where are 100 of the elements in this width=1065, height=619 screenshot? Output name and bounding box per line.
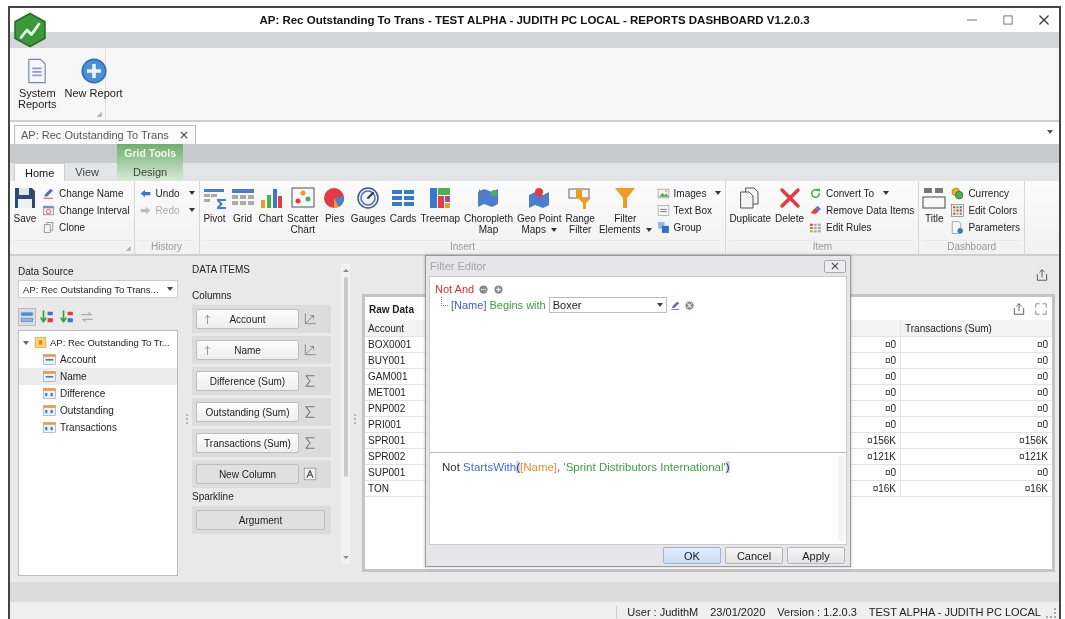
tree-item[interactable]: Outstanding [19, 402, 177, 419]
sort-ascending-icon [40, 310, 54, 324]
table-cell-text: ¤0 [1035, 354, 1049, 368]
table-cell-text: ¤0 [1035, 466, 1049, 480]
ribbon-tab[interactable]: Home [14, 163, 66, 181]
ribbon-button[interactable]: Grid [228, 183, 257, 224]
dialog-button[interactable]: Cancel [725, 547, 783, 564]
filter-expression[interactable]: Not StartsWith([Name], 'Sprint Distributors International') [442, 461, 730, 476]
collapse-icon [20, 310, 34, 324]
scrollbar[interactable] [341, 264, 350, 564]
group-operator[interactable]: Not And [435, 283, 475, 295]
ribbon-button[interactable]: Pies [320, 183, 349, 224]
calendar-icon [42, 203, 55, 217]
delete-icon [777, 186, 802, 210]
more-options-icon [478, 283, 490, 295]
data-item-button[interactable]: Argument [196, 510, 325, 530]
ribbon-button[interactable]: Range Filter [563, 183, 597, 235]
ribbon-button[interactable]: Filter Elements [596, 183, 654, 235]
data-item-button[interactable]: Transactions (Sum) [196, 433, 299, 453]
tree-item[interactable]: Difference [19, 385, 177, 402]
ribbon-button[interactable]: Chart [256, 183, 285, 224]
pencil-icon [42, 186, 55, 200]
tree-item[interactable]: AP: Rec Outstanding To Tr... [19, 334, 177, 351]
table-cell-text: PNP002 [367, 403, 407, 414]
ribbon-button[interactable]: Change Name [42, 185, 130, 201]
ribbon-button[interactable]: Parameters [951, 219, 1021, 235]
ribbon-button[interactable]: Edit Rules [809, 219, 915, 235]
ribbon-button[interactable]: Save [11, 183, 39, 224]
resize-grip-icon[interactable] [1046, 608, 1056, 618]
ribbon-button[interactable]: New Report [60, 54, 127, 99]
data-item-button[interactable]: Account [196, 309, 299, 329]
caret-icon [715, 191, 722, 195]
expand-arrows-icon [1034, 302, 1048, 316]
ribbon-button[interactable]: Pivot [200, 183, 229, 224]
ribbon-button[interactable]: Title [920, 183, 949, 224]
ribbon-tab[interactable]: Design [123, 163, 178, 181]
group-caption: History [151, 241, 183, 252]
share-icon [1035, 268, 1049, 282]
ribbon-button[interactable]: Group [656, 219, 722, 235]
pie-chart-icon [322, 186, 347, 210]
tree-item[interactable]: Transactions [19, 419, 177, 436]
sigma-icon [303, 436, 317, 450]
ribbon-button[interactable]: Clone [42, 219, 130, 235]
ribbon-button[interactable]: Duplicate [727, 183, 774, 224]
ribbon-button[interactable]: Gauges [348, 183, 388, 224]
ribbon-button[interactable]: Scatter Chart [284, 183, 321, 235]
data-item-button[interactable]: Outstanding (Sum) [196, 402, 299, 422]
document-tab[interactable]: AP: Rec Outstanding To Trans [14, 125, 196, 144]
group-caption: Item [812, 241, 833, 252]
ribbon-button[interactable]: Change Interval [42, 202, 130, 218]
ribbon-button[interactable]: Treemap [418, 183, 463, 224]
ribbon-button[interactable]: Cards [387, 183, 419, 224]
ribbon-button[interactable]: Delete [773, 183, 806, 224]
toolbar-button[interactable] [18, 308, 36, 326]
range-filter-icon [568, 186, 593, 210]
tree-item[interactable]: Account [19, 351, 177, 368]
ribbon-button[interactable]: Undo [138, 185, 195, 201]
dialog-button[interactable]: OK [663, 547, 721, 564]
window-title: AP: Rec Outstanding To Trans - TEST ALPHA - JUDITH PC LOCAL - REPORTS DASHBOARD V1.2.0.3 [259, 14, 810, 26]
condition-field[interactable]: [Name] [451, 299, 487, 311]
caret-icon [645, 228, 652, 233]
eraser-icon [809, 203, 822, 217]
table-cell-text: ¤16K [1023, 482, 1049, 496]
ribbon-button[interactable]: Choropleth Map [462, 183, 515, 235]
sigma-icon [303, 405, 317, 419]
ribbon-button[interactable]: Geo Point Maps [514, 183, 564, 235]
expander-icon[interactable] [23, 340, 29, 345]
toolbar-button[interactable] [58, 308, 76, 326]
up-arrow-icon [202, 313, 213, 325]
close-button[interactable] [824, 259, 846, 273]
value-dropdown[interactable]: Boxer [548, 297, 667, 313]
tree-item[interactable]: Name [19, 368, 177, 385]
table-cell-text: PRI001 [367, 419, 403, 430]
data-item-button[interactable]: Difference (Sum) [196, 371, 299, 391]
title-icon [922, 186, 947, 210]
caret-icon [550, 228, 557, 233]
column-header[interactable]: Transactions (Sum) [901, 320, 1052, 336]
table-cell-text: SPR001 [367, 435, 407, 446]
text-box-icon [656, 203, 670, 217]
dialog-title: Filter Editor [430, 260, 487, 272]
table-cell-text: ¤0 [1035, 402, 1049, 416]
dialog-button[interactable]: Apply [787, 547, 845, 564]
caret-icon[interactable] [1047, 130, 1053, 134]
data-item-button[interactable]: New Column [196, 464, 299, 484]
ribbon-button[interactable]: Currency [951, 185, 1021, 201]
ribbon-button[interactable]: Images [656, 185, 722, 201]
ribbon-tab[interactable]: View [65, 163, 109, 181]
add-circle-icon [493, 283, 505, 295]
pencil-icon [669, 299, 681, 311]
coins-icon [951, 186, 965, 200]
ribbon-button[interactable]: Remove Data Items [809, 202, 915, 218]
table-cell-text: MET001 [367, 387, 407, 398]
data-source-dropdown[interactable]: AP: Rec Outstanding To Trans... [18, 280, 178, 298]
toolbar-button[interactable] [38, 308, 56, 326]
ribbon-button[interactable]: System Reports [14, 54, 61, 110]
ribbon-button[interactable]: Edit Colors [951, 202, 1021, 218]
caret-icon [883, 191, 890, 195]
data-item-button[interactable]: Name [196, 340, 299, 360]
ribbon-button[interactable]: Convert To [809, 185, 915, 201]
ribbon-button[interactable]: Text Box [656, 202, 722, 218]
